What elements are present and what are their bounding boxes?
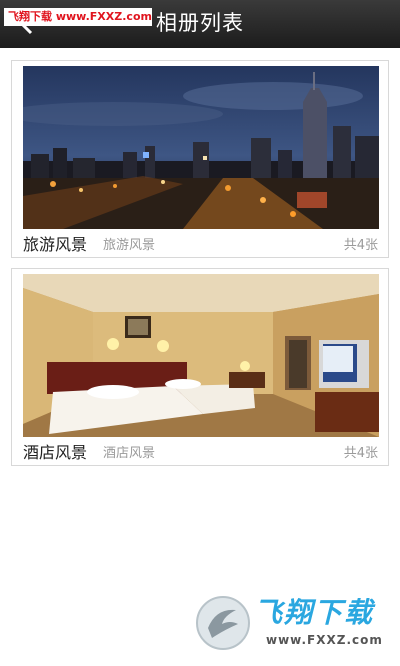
- album-cover-hotel-room[interactable]: [23, 274, 379, 437]
- top-bar: 飞翔下载 www.FXXZ.com 相册列表: [0, 0, 400, 48]
- album-card-travel[interactable]: 旅游风景 旅游风景 共4张: [11, 60, 389, 258]
- watermark-brand: 飞翔下载: [254, 596, 375, 629]
- album-photo-count: 共4张: [343, 446, 378, 461]
- footer-watermark: 飞翔下载 www.FXXZ.com: [192, 592, 388, 654]
- watermark-text: 飞翔下载 www.FXXZ.com: [4, 8, 152, 26]
- album-cover-city-night[interactable]: [23, 66, 379, 229]
- album-description: 酒店风景: [103, 446, 156, 461]
- watermark-url: www.FXXZ.com: [266, 633, 383, 647]
- album-title: 旅游风景: [23, 235, 88, 254]
- album-photo-count: 共4张: [343, 238, 378, 253]
- page-title: 相册列表: [156, 11, 244, 35]
- fxxz-logo-icon: [196, 596, 250, 650]
- album-title: 酒店风景: [23, 443, 88, 462]
- album-card-hotel[interactable]: 酒店风景 酒店风景 共4张: [11, 268, 389, 466]
- album-description: 旅游风景: [103, 238, 156, 253]
